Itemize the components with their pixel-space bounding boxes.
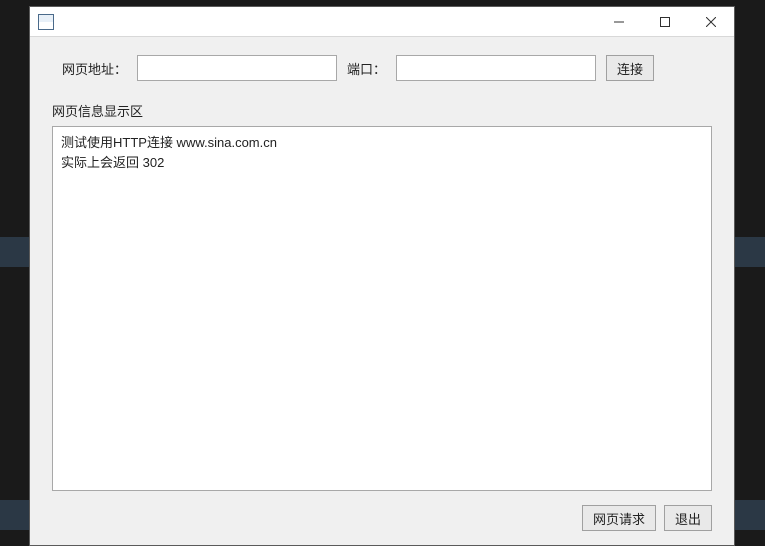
minimize-button[interactable]	[596, 7, 642, 37]
minimize-icon	[614, 17, 624, 27]
display-section-label: 网页信息显示区	[52, 101, 712, 120]
port-input[interactable]	[396, 55, 596, 81]
display-textarea[interactable]	[52, 126, 712, 491]
app-window: 网页地址： 端口： 连接 网页信息显示区 网页请求 退出	[29, 6, 735, 546]
url-input[interactable]	[137, 55, 337, 81]
close-icon	[706, 17, 716, 27]
client-area: 网页地址： 端口： 连接 网页信息显示区 网页请求 退出	[30, 37, 734, 545]
titlebar	[30, 7, 734, 37]
footer-row: 网页请求 退出	[52, 505, 712, 531]
maximize-button[interactable]	[642, 7, 688, 37]
close-button[interactable]	[688, 7, 734, 37]
form-row: 网页地址： 端口： 连接	[52, 55, 712, 81]
port-label: 端口：	[347, 59, 386, 78]
request-button[interactable]: 网页请求	[582, 505, 656, 531]
connect-button[interactable]: 连接	[606, 55, 654, 81]
app-icon	[38, 14, 54, 30]
url-label: 网页地址：	[62, 59, 127, 78]
maximize-icon	[660, 17, 670, 27]
exit-button[interactable]: 退出	[664, 505, 712, 531]
